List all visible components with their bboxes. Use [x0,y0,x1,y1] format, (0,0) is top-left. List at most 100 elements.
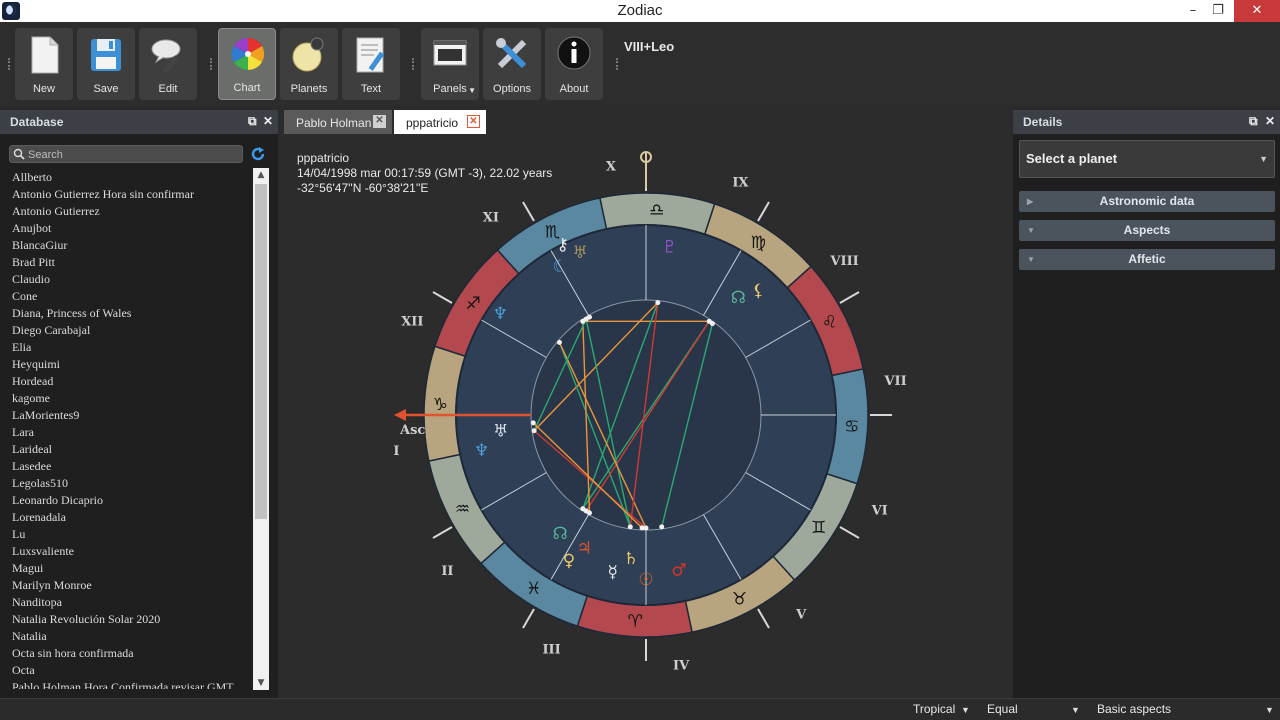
toolbar-grip[interactable] [412,58,415,70]
chart-person-name: pppatricio [297,151,350,165]
zodiac-sign-glyph: ♎ [649,200,664,220]
scroll-up-arrow-icon[interactable]: ▲ [253,168,269,182]
list-item[interactable]: Lu [0,526,252,543]
natal-chart-wheel[interactable]: ♈♉♊♋♌♍♎♏♐♑♒♓IIIIIIIVVVIVIIVIIIIXXXIXIIAs… [280,136,1010,698]
chart-selection-label: VIII+Leo [624,39,675,54]
house-system-select[interactable]: Equal [987,702,1018,716]
planet-glyph-icon: ♀ [563,551,575,571]
list-item[interactable]: LaMorientes9 [0,407,252,424]
planet-glyph-icon: ☿ [608,563,618,583]
list-item[interactable]: Larideal [0,441,252,458]
list-item[interactable]: Hordead [0,373,252,390]
planet-position-dot [556,339,562,345]
house-tick [522,201,535,222]
search-icon [13,148,25,160]
list-item[interactable]: Luxsvaliente [0,543,252,560]
list-item[interactable]: Allberto [0,169,252,186]
zodiac-type-select[interactable]: Tropical [913,702,955,716]
list-item[interactable]: kagome [0,390,252,407]
zodiac-sign-glyph: ♌ [822,312,837,332]
save-button[interactable]: Save [77,28,135,100]
planet-position-dot [531,428,537,434]
info-icon [557,36,591,70]
float-panel-icon[interactable]: ⧉ [1249,114,1258,129]
zodiac-sign-glyph: ♋ [844,417,859,437]
edit-button[interactable]: Edit [139,28,197,100]
search-input[interactable] [28,147,238,162]
chevron-down-icon[interactable]: ▼ [1071,705,1080,715]
planet-position-dot [709,321,715,327]
list-item[interactable]: Octa sin hora confirmada [0,645,252,662]
planet-glyph-icon: ♅ [572,243,587,263]
scroll-down-arrow-icon[interactable]: ▼ [253,676,269,690]
planet-glyph-icon: ♄ [623,549,638,569]
list-item[interactable]: Lasedee [0,458,252,475]
list-item[interactable]: Lorenadala [0,509,252,526]
close-tab-icon[interactable]: ✕ [373,115,386,128]
list-item[interactable]: Heyquimi [0,356,252,373]
list-item[interactable]: Antonio Gutierrez [0,203,252,220]
toolbar-grip[interactable] [616,58,619,70]
list-item[interactable]: Natalia [0,628,252,645]
list-item[interactable]: Brad Pitt [0,254,252,271]
house-tick [757,201,770,222]
list-item[interactable]: Natalia Revolución Solar 2020 [0,611,252,628]
aspect-set-select[interactable]: Basic aspects [1097,702,1171,716]
scroll-thumb[interactable] [255,184,267,519]
list-item[interactable]: Marilyn Monroe [0,577,252,594]
float-panel-icon[interactable]: ⧉ [248,114,257,129]
list-item[interactable]: Antonio Gutierrez Hora sin confirmar [0,186,252,203]
list-item[interactable]: Nanditopa [0,594,252,611]
close-button[interactable]: ✕ [1234,0,1280,22]
list-item[interactable]: Octa [0,662,252,679]
section-aspects[interactable]: ▼ Aspects [1019,220,1275,241]
house-number-label: X [606,159,617,174]
maximize-button[interactable]: ❐ [1203,0,1233,22]
list-item[interactable]: BlancaGiur [0,237,252,254]
chart-button[interactable]: Chart [218,28,276,100]
section-affetic[interactable]: ▼ Affetic [1019,249,1275,270]
new-button[interactable]: New [15,28,73,100]
section-astronomic-data[interactable]: ▶ Astronomic data [1019,191,1275,212]
list-item[interactable]: Lara [0,424,252,441]
details-title: Details [1023,115,1063,129]
planet-select[interactable]: Select a planet ▼ [1019,140,1275,178]
chevron-down-icon[interactable]: ▼ [1265,705,1274,715]
tab-pablo-holman[interactable]: Pablo Holman ✕ [284,110,392,134]
color-wheel-icon [231,37,265,71]
list-scrollbar[interactable]: ▲ ▼ [253,168,269,690]
about-button[interactable]: About [545,28,603,100]
person-list: Allberto Antonio Gutierrez Hora sin confi… [0,169,252,689]
list-item[interactable]: Cone [0,288,252,305]
list-item[interactable]: Claudio [0,271,252,288]
planets-button[interactable]: Planets [280,28,338,100]
floppy-disk-icon [91,39,121,71]
close-panel-icon[interactable]: ✕ [1265,114,1275,128]
database-panel: Database ⧉ ✕ AllbertoAntonio Gutierrez H… [0,110,278,698]
close-panel-icon[interactable]: ✕ [263,114,273,128]
list-item[interactable]: Leonardo Dicaprio [0,492,252,509]
list-item[interactable]: Pablo Holman Hora Confirmada revisar GMT [0,679,252,689]
house-number-label: IV [673,659,690,674]
planet-glyph-icon: ♃ [577,538,592,558]
list-item[interactable]: Diego Carabajal [0,322,252,339]
house-number-label: IX [732,175,749,190]
text-button[interactable]: Text [342,28,400,100]
panels-button[interactable]: Panels ▼ [421,28,479,100]
toolbar-grip[interactable] [210,58,213,70]
planet-glyph-icon: ☾ [552,257,567,277]
options-button[interactable]: Options [483,28,541,100]
list-item[interactable]: Magui [0,560,252,577]
list-item[interactable]: Elia [0,339,252,356]
list-item[interactable]: Legolas510 [0,475,252,492]
details-panel: Details ⧉ ✕ Select a planet ▼ ▶ Astronom… [1013,110,1280,698]
refresh-icon[interactable] [250,146,266,162]
list-item[interactable]: Anujbot [0,220,252,237]
planet-position-dot [655,300,661,306]
details-panel-header: Details ⧉ ✕ [1013,110,1280,134]
chevron-down-icon[interactable]: ▼ [961,705,970,715]
tab-pppatricio[interactable]: pppatricio ✕ [394,110,486,134]
list-item[interactable]: Diana, Princess of Wales [0,305,252,322]
toolbar-grip[interactable] [8,58,11,70]
close-tab-icon[interactable]: ✕ [467,115,480,128]
